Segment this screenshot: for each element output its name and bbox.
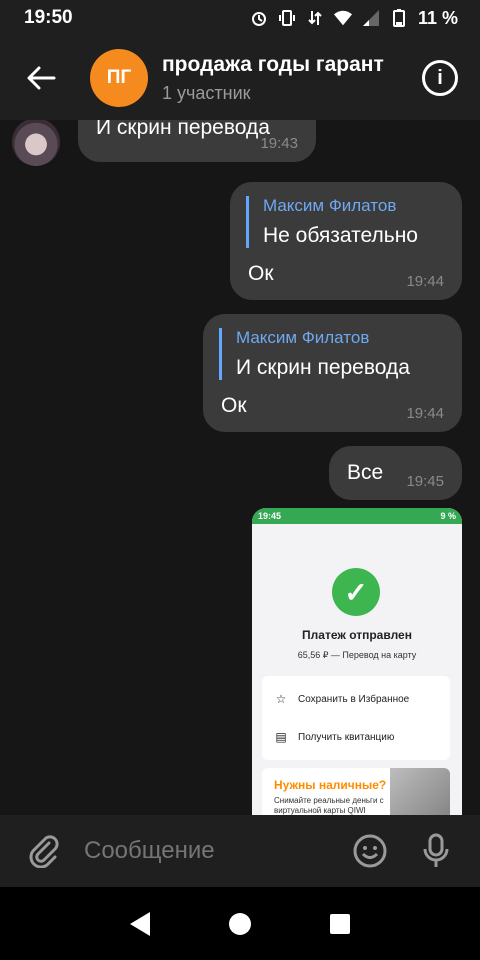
image-payment-title: Платеж отправлен bbox=[302, 628, 412, 642]
circle-home-icon bbox=[229, 912, 251, 935]
reply-author: Максим Филатов bbox=[263, 196, 397, 215]
image-action-receipt: ▤ Получить квитанцию bbox=[274, 730, 394, 744]
image-status-bar: 19:45 9 % bbox=[252, 508, 462, 524]
message-text: И скрин перевода bbox=[96, 120, 270, 139]
status-time: 19:50 bbox=[24, 7, 73, 28]
reply-text: Не обязательно bbox=[263, 224, 418, 247]
square-recents-icon bbox=[330, 913, 350, 934]
emoji-button[interactable] bbox=[346, 827, 394, 875]
attach-button[interactable] bbox=[20, 827, 68, 875]
message-time: 19:43 bbox=[260, 135, 298, 152]
chat-title: продажа годы гарант bbox=[162, 52, 384, 76]
image-promo-card: Нужны наличные? Снимайте реальные деньги… bbox=[262, 768, 450, 815]
arrow-left-icon bbox=[27, 66, 56, 90]
image-promo-title: Нужны наличные? bbox=[274, 778, 387, 792]
vibrate-icon bbox=[278, 9, 296, 27]
message-time: 19:44 bbox=[406, 405, 444, 422]
check-icon: ✓ bbox=[332, 568, 380, 616]
image-actions-card: ☆ Сохранить в Избранное ▤ Получить квита… bbox=[262, 676, 450, 760]
message-text: Ок bbox=[248, 262, 274, 285]
image-status-battery: 9 % bbox=[440, 511, 456, 521]
status-icons: 11 % bbox=[250, 8, 458, 29]
message-list[interactable]: И скрин перевода 19:43 Максим Филатов Не… bbox=[0, 120, 480, 815]
receipt-icon: ▤ bbox=[275, 730, 287, 744]
message-time: 19:45 bbox=[406, 473, 444, 490]
battery-level: 11 % bbox=[417, 7, 458, 28]
smiley-icon bbox=[353, 834, 387, 868]
message-text: Ок bbox=[221, 394, 247, 417]
nav-recents-button[interactable] bbox=[320, 904, 360, 944]
alarm-icon bbox=[250, 9, 268, 27]
image-promo-text: Снимайте реальные деньги с виртуальной к… bbox=[274, 796, 384, 815]
message-bubble-outgoing[interactable]: Все 19:45 bbox=[329, 446, 462, 500]
voice-record-button[interactable] bbox=[412, 827, 460, 875]
image-payment-subtitle: 65,56 ₽ — Перевод на карту bbox=[297, 650, 417, 660]
chat-title-block[interactable]: продажа годы гарант 1 участник bbox=[162, 53, 402, 104]
reply-author: Максим Филатов bbox=[236, 328, 370, 347]
reply-quote[interactable]: Максим Филатов Не обязательно bbox=[246, 196, 418, 248]
image-action-receipt-label: Получить квитанцию bbox=[298, 731, 395, 743]
reply-text: И скрин перевода bbox=[236, 356, 410, 379]
battery-icon bbox=[390, 9, 408, 27]
wifi-icon bbox=[333, 9, 352, 27]
message-bubble-incoming[interactable]: И скрин перевода 19:43 bbox=[78, 120, 316, 162]
composer bbox=[0, 815, 480, 887]
avatar-initials: ПГ bbox=[106, 67, 132, 88]
promo-image bbox=[390, 768, 450, 815]
signal-icon bbox=[362, 9, 380, 27]
data-arrows-icon bbox=[306, 9, 324, 27]
star-icon: ☆ bbox=[275, 692, 287, 706]
system-nav-bar bbox=[0, 887, 480, 960]
group-avatar[interactable]: ПГ bbox=[90, 49, 148, 107]
info-icon: i bbox=[437, 66, 443, 89]
info-button[interactable]: i bbox=[422, 60, 458, 96]
image-action-favorite: ☆ Сохранить в Избранное bbox=[274, 692, 410, 706]
image-status-time: 19:45 bbox=[258, 511, 282, 521]
reply-quote[interactable]: Максим Филатов И скрин перевода bbox=[219, 328, 410, 380]
nav-back-button[interactable] bbox=[120, 904, 160, 944]
image-action-favorite-label: Сохранить в Избранное bbox=[298, 693, 410, 705]
sender-avatar[interactable] bbox=[12, 120, 60, 166]
image-message[interactable]: 19:45 9 % ✓ Платеж отправлен 65,56 ₽ — П… bbox=[252, 508, 462, 815]
microphone-icon bbox=[423, 833, 449, 867]
status-bar: 19:50 11 % bbox=[0, 0, 480, 36]
message-time: 19:44 bbox=[406, 273, 444, 290]
paperclip-icon bbox=[29, 835, 59, 868]
chat-header: ПГ продажа годы гарант 1 участник i bbox=[0, 36, 480, 120]
chat-subtitle: 1 участник bbox=[162, 82, 251, 103]
message-bubble-outgoing[interactable]: Максим Филатов И скрин перевода Ок 19:44 bbox=[203, 314, 462, 432]
message-bubble-outgoing[interactable]: Максим Филатов Не обязательно Ок 19:44 bbox=[230, 182, 462, 300]
message-text: Все bbox=[347, 461, 384, 484]
message-input[interactable] bbox=[84, 837, 324, 865]
nav-home-button[interactable] bbox=[220, 904, 260, 944]
triangle-back-icon bbox=[130, 911, 150, 936]
back-button[interactable] bbox=[12, 49, 70, 107]
